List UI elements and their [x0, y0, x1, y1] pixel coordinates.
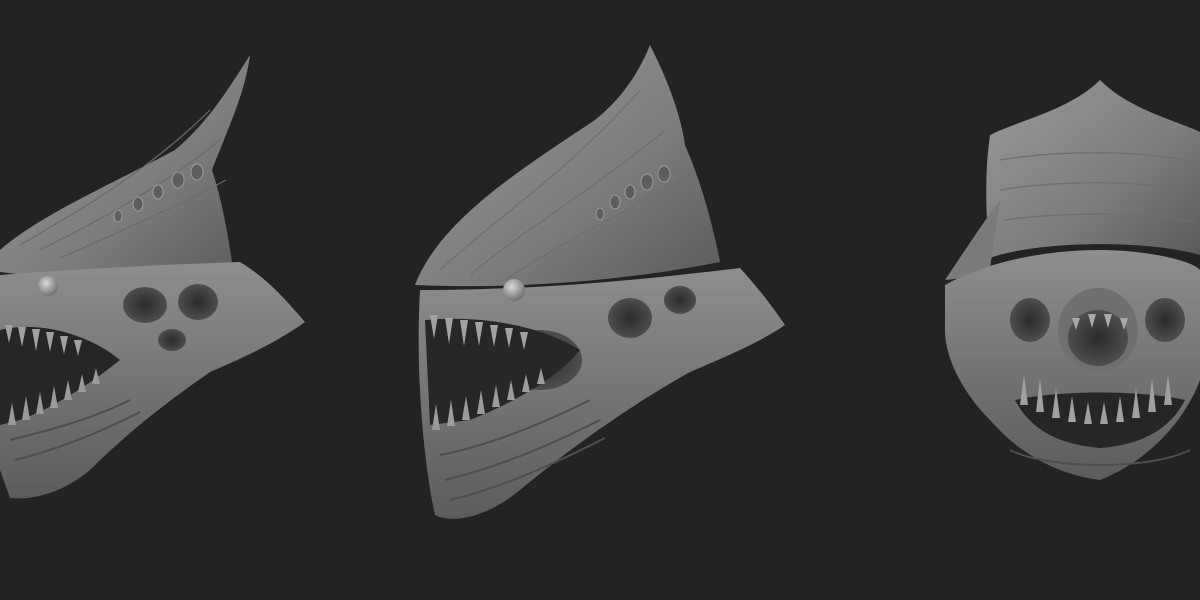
skull-cavity [158, 329, 186, 351]
sculpt-render-canvas [0, 0, 1200, 600]
skull-cavity [664, 286, 696, 314]
skull-shape [945, 250, 1200, 480]
skull-cavity [178, 284, 218, 320]
crest-shape [0, 55, 250, 280]
creature-head-turnaround [0, 45, 1200, 519]
three-quarter-view [415, 45, 785, 519]
skull-cavity [608, 298, 652, 338]
skull-cavity [1145, 298, 1185, 342]
left-profile-view [0, 55, 305, 499]
skull-cavity [1010, 298, 1050, 342]
eye-orb [503, 279, 525, 301]
skull-cavity [123, 287, 167, 323]
crest-shape [986, 80, 1200, 258]
crest-shape [415, 45, 720, 287]
front-view [945, 80, 1200, 480]
eye-orb [38, 276, 58, 296]
